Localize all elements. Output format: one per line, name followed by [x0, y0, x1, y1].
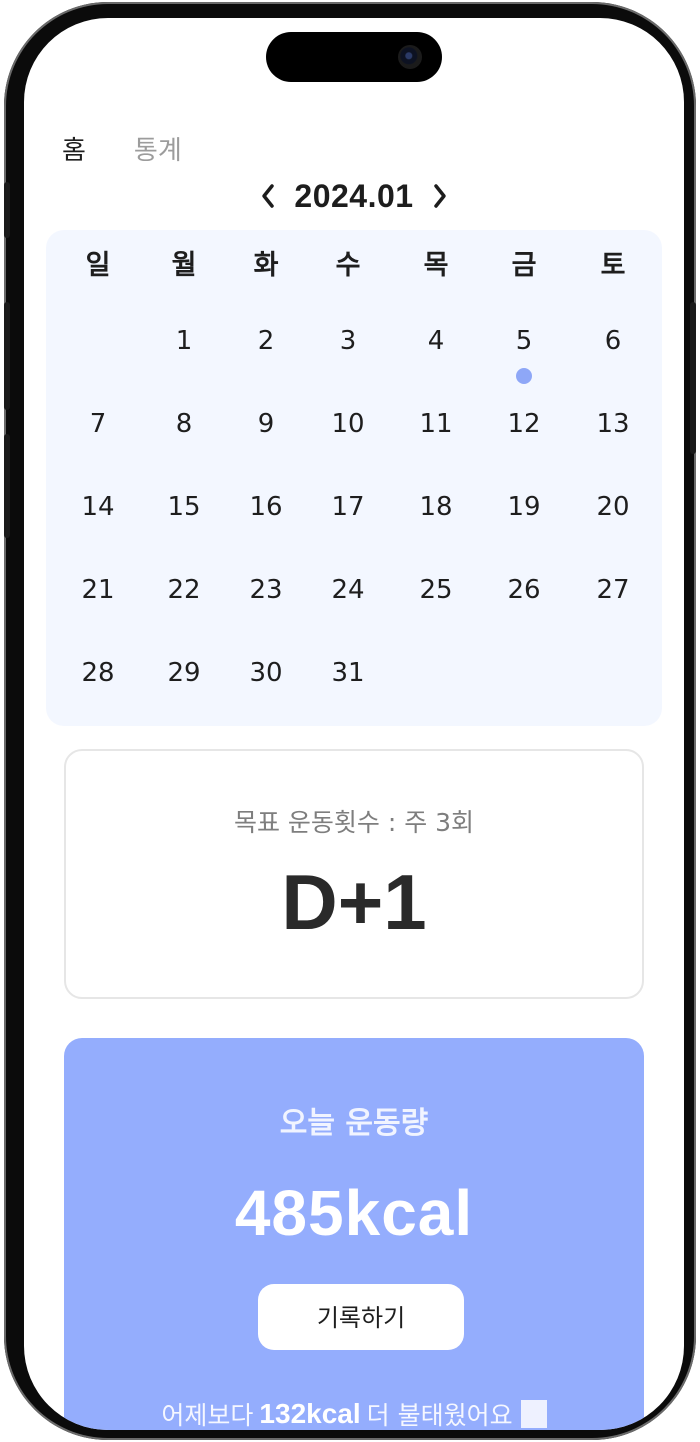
calendar-day[interactable]: 26 [492, 573, 556, 607]
calendar-day[interactable]: 25 [404, 573, 468, 607]
weekday-label: 목 [423, 250, 449, 281]
month-navigator: 2024.01 [24, 176, 684, 216]
dday-counter: D+1 [281, 858, 427, 946]
calendar-day[interactable]: 31 [316, 656, 380, 690]
calendar-day[interactable]: 3 [316, 324, 380, 358]
calendar-day[interactable]: 30 [234, 656, 298, 690]
current-month-label: 2024.01 [294, 177, 414, 214]
tab-stats[interactable]: 통계 [134, 130, 182, 167]
calendar: 일월화수목금토 1 2 3 4 5 6 7 8 9 10 11 12 13 14 15 16 17 18 19 20 2… [46, 230, 662, 726]
volume-down-button [4, 434, 10, 538]
weekday-label: 화 [253, 250, 279, 281]
calendar-day[interactable]: 29 [152, 656, 216, 690]
weekday-label: 일 [85, 250, 111, 281]
calendar-day[interactable]: 16 [234, 490, 298, 524]
chevron-left-icon [262, 184, 275, 208]
calendar-day[interactable]: 19 [492, 490, 556, 524]
top-tabs: 홈 통계 [62, 130, 182, 167]
calendar-day[interactable]: 12 [492, 407, 556, 441]
emoji-placeholder-icon [520, 1400, 547, 1428]
calendar-day[interactable]: 9 [234, 407, 298, 441]
weekday-label: 토 [600, 250, 626, 281]
weekday-header: 일월화수목금토 [46, 248, 662, 284]
calendar-day[interactable]: 22 [152, 573, 216, 607]
calendar-day[interactable]: 28 [66, 656, 130, 690]
calendar-day[interactable]: 18 [404, 490, 468, 524]
action-button [4, 182, 10, 238]
calendar-day[interactable]: 8 [152, 407, 216, 441]
weekday-label: 수 [335, 250, 361, 281]
volume-up-button [4, 302, 10, 410]
calendar-day[interactable]: 13 [581, 407, 645, 441]
dynamic-island [266, 32, 442, 82]
calendar-day[interactable]: 5 [492, 324, 556, 358]
record-button[interactable]: 기록하기 [258, 1284, 464, 1350]
calendar-day[interactable]: 27 [581, 573, 645, 607]
today-activity-card: 오늘 운동량 485kcal 기록하기 어제보다 132kcal 더 불태웠어요 [64, 1038, 644, 1430]
calendar-day[interactable]: 24 [316, 573, 380, 607]
workout-dot-icon [516, 368, 532, 384]
compare-value: 132kcal [259, 1398, 361, 1429]
calendar-day[interactable]: 11 [404, 407, 468, 441]
chevron-right-icon [433, 184, 446, 208]
calendar-day[interactable]: 17 [316, 490, 380, 524]
today-title: 오늘 운동량 [279, 1106, 429, 1141]
calendar-day[interactable]: 6 [581, 324, 645, 358]
weekday-label: 금 [511, 250, 537, 281]
calendar-day[interactable]: 23 [234, 573, 298, 607]
next-month-button[interactable] [426, 176, 454, 216]
calendar-day[interactable]: 1 [152, 324, 216, 358]
goal-text: 목표 운동횟수 : 주 3회 [233, 808, 475, 837]
weekday-label: 월 [171, 250, 197, 281]
camera-icon [398, 45, 422, 69]
calendar-day[interactable]: 10 [316, 407, 380, 441]
app-screen: 홈 통계 2024.01 일월화수목금토 1 2 3 4 5 6 7 8 9 10 11 12 13 14… [24, 18, 684, 1430]
calendar-day[interactable]: 2 [234, 324, 298, 358]
compare-suffix: 더 불태웠어요 [366, 1401, 513, 1430]
calendar-day[interactable]: 20 [581, 490, 645, 524]
today-kcal-value: 485kcal [234, 1177, 474, 1249]
calendar-day[interactable]: 7 [66, 407, 130, 441]
compare-prefix: 어제보다 [161, 1401, 254, 1430]
prev-month-button[interactable] [254, 176, 282, 216]
tab-home[interactable]: 홈 [62, 130, 86, 167]
calendar-day[interactable]: 4 [404, 324, 468, 358]
calendar-day[interactable]: 14 [66, 490, 130, 524]
calendar-day[interactable]: 15 [152, 490, 216, 524]
goal-card: 목표 운동횟수 : 주 3회 D+1 [64, 749, 644, 999]
comparison-text: 어제보다 132kcal 더 불태웠어요 [64, 1396, 644, 1430]
power-button [690, 302, 696, 454]
phone-frame: 홈 통계 2024.01 일월화수목금토 1 2 3 4 5 6 7 8 9 10 11 12 13 14… [4, 2, 696, 1440]
calendar-day[interactable]: 21 [66, 573, 130, 607]
